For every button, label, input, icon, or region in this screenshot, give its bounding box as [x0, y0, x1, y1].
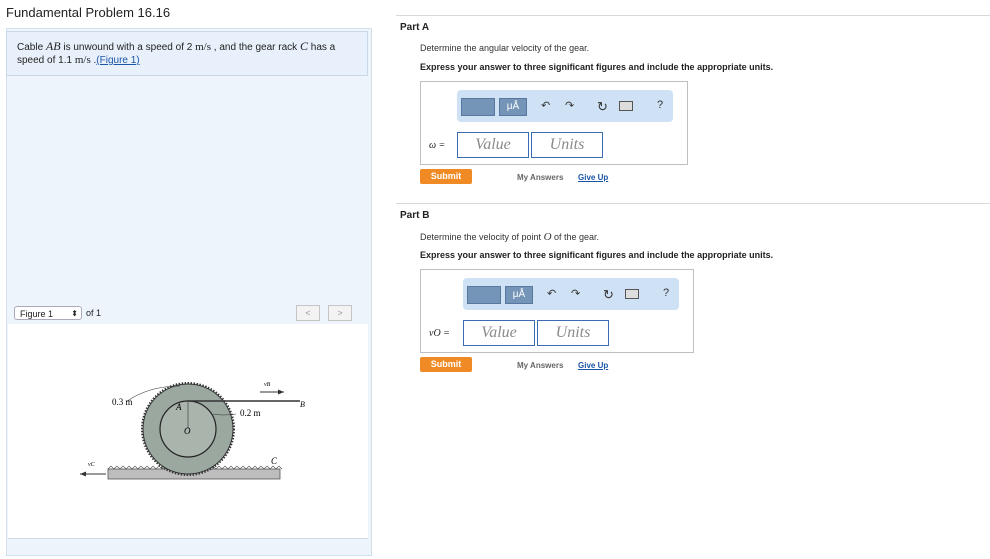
- page-title: Fundamental Problem 16.16: [6, 5, 171, 20]
- redo-icon[interactable]: ↷: [565, 99, 574, 112]
- part-b-title: Part B: [400, 210, 430, 221]
- part-b-submit-button[interactable]: Submit: [420, 357, 472, 372]
- label-vb: vB: [264, 382, 271, 388]
- part-a-give-up[interactable]: Give Up: [578, 173, 608, 182]
- label-outer-radius: 0.3 m: [112, 397, 133, 407]
- units-button[interactable]: μÅ: [505, 286, 533, 304]
- label-b: B: [300, 400, 305, 409]
- reset-icon[interactable]: ↻: [603, 287, 614, 303]
- figure-select[interactable]: Figure 1 ⬍: [14, 306, 82, 320]
- part-a-my-answers[interactable]: My Answers: [517, 173, 563, 182]
- undo-icon[interactable]: ↶: [541, 99, 550, 112]
- part-a-divider: [396, 15, 990, 16]
- label-inner-radius: 0.2 m: [240, 408, 261, 418]
- prev-figure-button[interactable]: <: [296, 305, 320, 321]
- select-arrows-icon: ⬍: [71, 309, 78, 318]
- undo-icon[interactable]: ↶: [547, 287, 556, 300]
- keyboard-icon[interactable]: [619, 101, 633, 111]
- part-b-question: Determine the velocity of point O of the…: [420, 231, 600, 243]
- gear-figure: 0.3 m 0.2 m A O B C vB vC: [80, 382, 305, 480]
- part-b-answer-box: μÅ ↶ ↷ ↻ ? vO = Value Units: [420, 269, 694, 353]
- figure-count: of 1: [86, 308, 102, 318]
- figure-area: 0.3 m 0.2 m A O B C vB vC: [8, 324, 368, 538]
- units-input[interactable]: Units: [531, 132, 603, 158]
- label-vc: vC: [88, 462, 96, 468]
- omega-label: ω =: [429, 140, 446, 151]
- problem-statement: Cable AB is unwound with a speed of 2 m/…: [6, 31, 368, 76]
- help-icon[interactable]: ?: [657, 99, 663, 111]
- part-b-my-answers[interactable]: My Answers: [517, 361, 563, 370]
- reset-icon[interactable]: ↻: [597, 99, 608, 115]
- part-a-submit-button[interactable]: Submit: [420, 169, 472, 184]
- figure-link[interactable]: (Figure 1): [96, 55, 139, 66]
- units-button[interactable]: μÅ: [499, 98, 527, 116]
- part-a-question: Determine the angular velocity of the ge…: [420, 43, 590, 53]
- template-icon[interactable]: [461, 98, 495, 116]
- part-b-toolbar: μÅ ↶ ↷ ↻ ?: [463, 278, 679, 310]
- label-a: A: [175, 402, 182, 412]
- part-b-give-up[interactable]: Give Up: [578, 361, 608, 370]
- vo-label: vO =: [429, 328, 450, 339]
- next-figure-button[interactable]: >: [328, 305, 352, 321]
- figure-footer: [8, 538, 368, 553]
- part-a-title: Part A: [400, 22, 430, 33]
- value-input[interactable]: Value: [463, 320, 535, 346]
- label-c: C: [271, 456, 278, 466]
- help-icon[interactable]: ?: [663, 287, 669, 299]
- keyboard-icon[interactable]: [625, 289, 639, 299]
- value-input[interactable]: Value: [457, 132, 529, 158]
- template-icon[interactable]: [467, 286, 501, 304]
- figure-nav: Figure 1 ⬍ of 1 < >: [6, 303, 370, 323]
- part-a-answer-box: μÅ ↶ ↷ ↻ ? ω = Value Units: [420, 81, 688, 165]
- part-b-divider: [396, 203, 990, 204]
- redo-icon[interactable]: ↷: [571, 287, 580, 300]
- part-a-instruction: Express your answer to three significant…: [420, 62, 774, 72]
- part-a-toolbar: μÅ ↶ ↷ ↻ ?: [457, 90, 673, 122]
- units-input[interactable]: Units: [537, 320, 609, 346]
- part-b-instruction: Express your answer to three significant…: [420, 250, 774, 260]
- label-o: O: [184, 426, 191, 436]
